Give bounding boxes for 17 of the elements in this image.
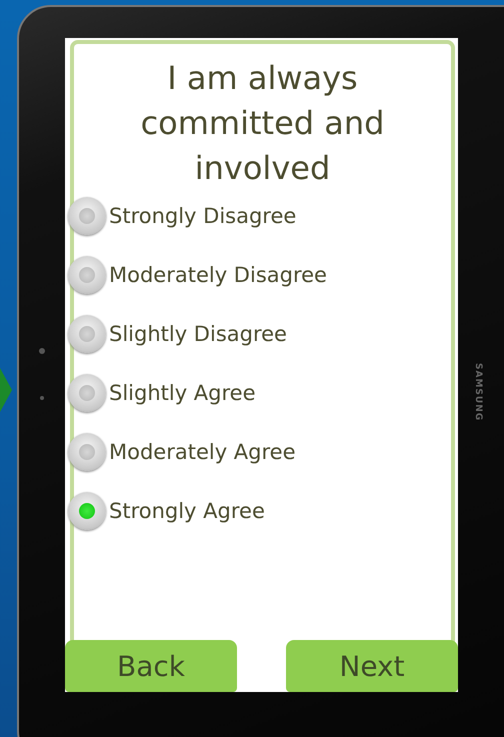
radio-button[interactable] [68,256,106,294]
option-label: Slightly Disagree [109,322,287,346]
radio-button[interactable] [68,197,106,235]
radio-button[interactable] [68,492,106,530]
brand-label: SAMSUNG [473,363,483,422]
option-label: Moderately Disagree [109,263,327,287]
radio-button[interactable] [68,315,106,353]
radio-button[interactable] [68,433,106,471]
option-label: Strongly Disagree [109,204,296,228]
radio-button[interactable] [68,374,106,412]
arrow-icon [0,368,12,412]
next-button[interactable]: Next [286,640,458,692]
option-label: Moderately Agree [109,440,296,464]
option-label: Strongly Agree [109,499,265,523]
option-label: Slightly Agree [109,381,256,405]
question-title: I am always committed and involved [140,58,386,189]
back-button[interactable]: Back [65,640,237,692]
